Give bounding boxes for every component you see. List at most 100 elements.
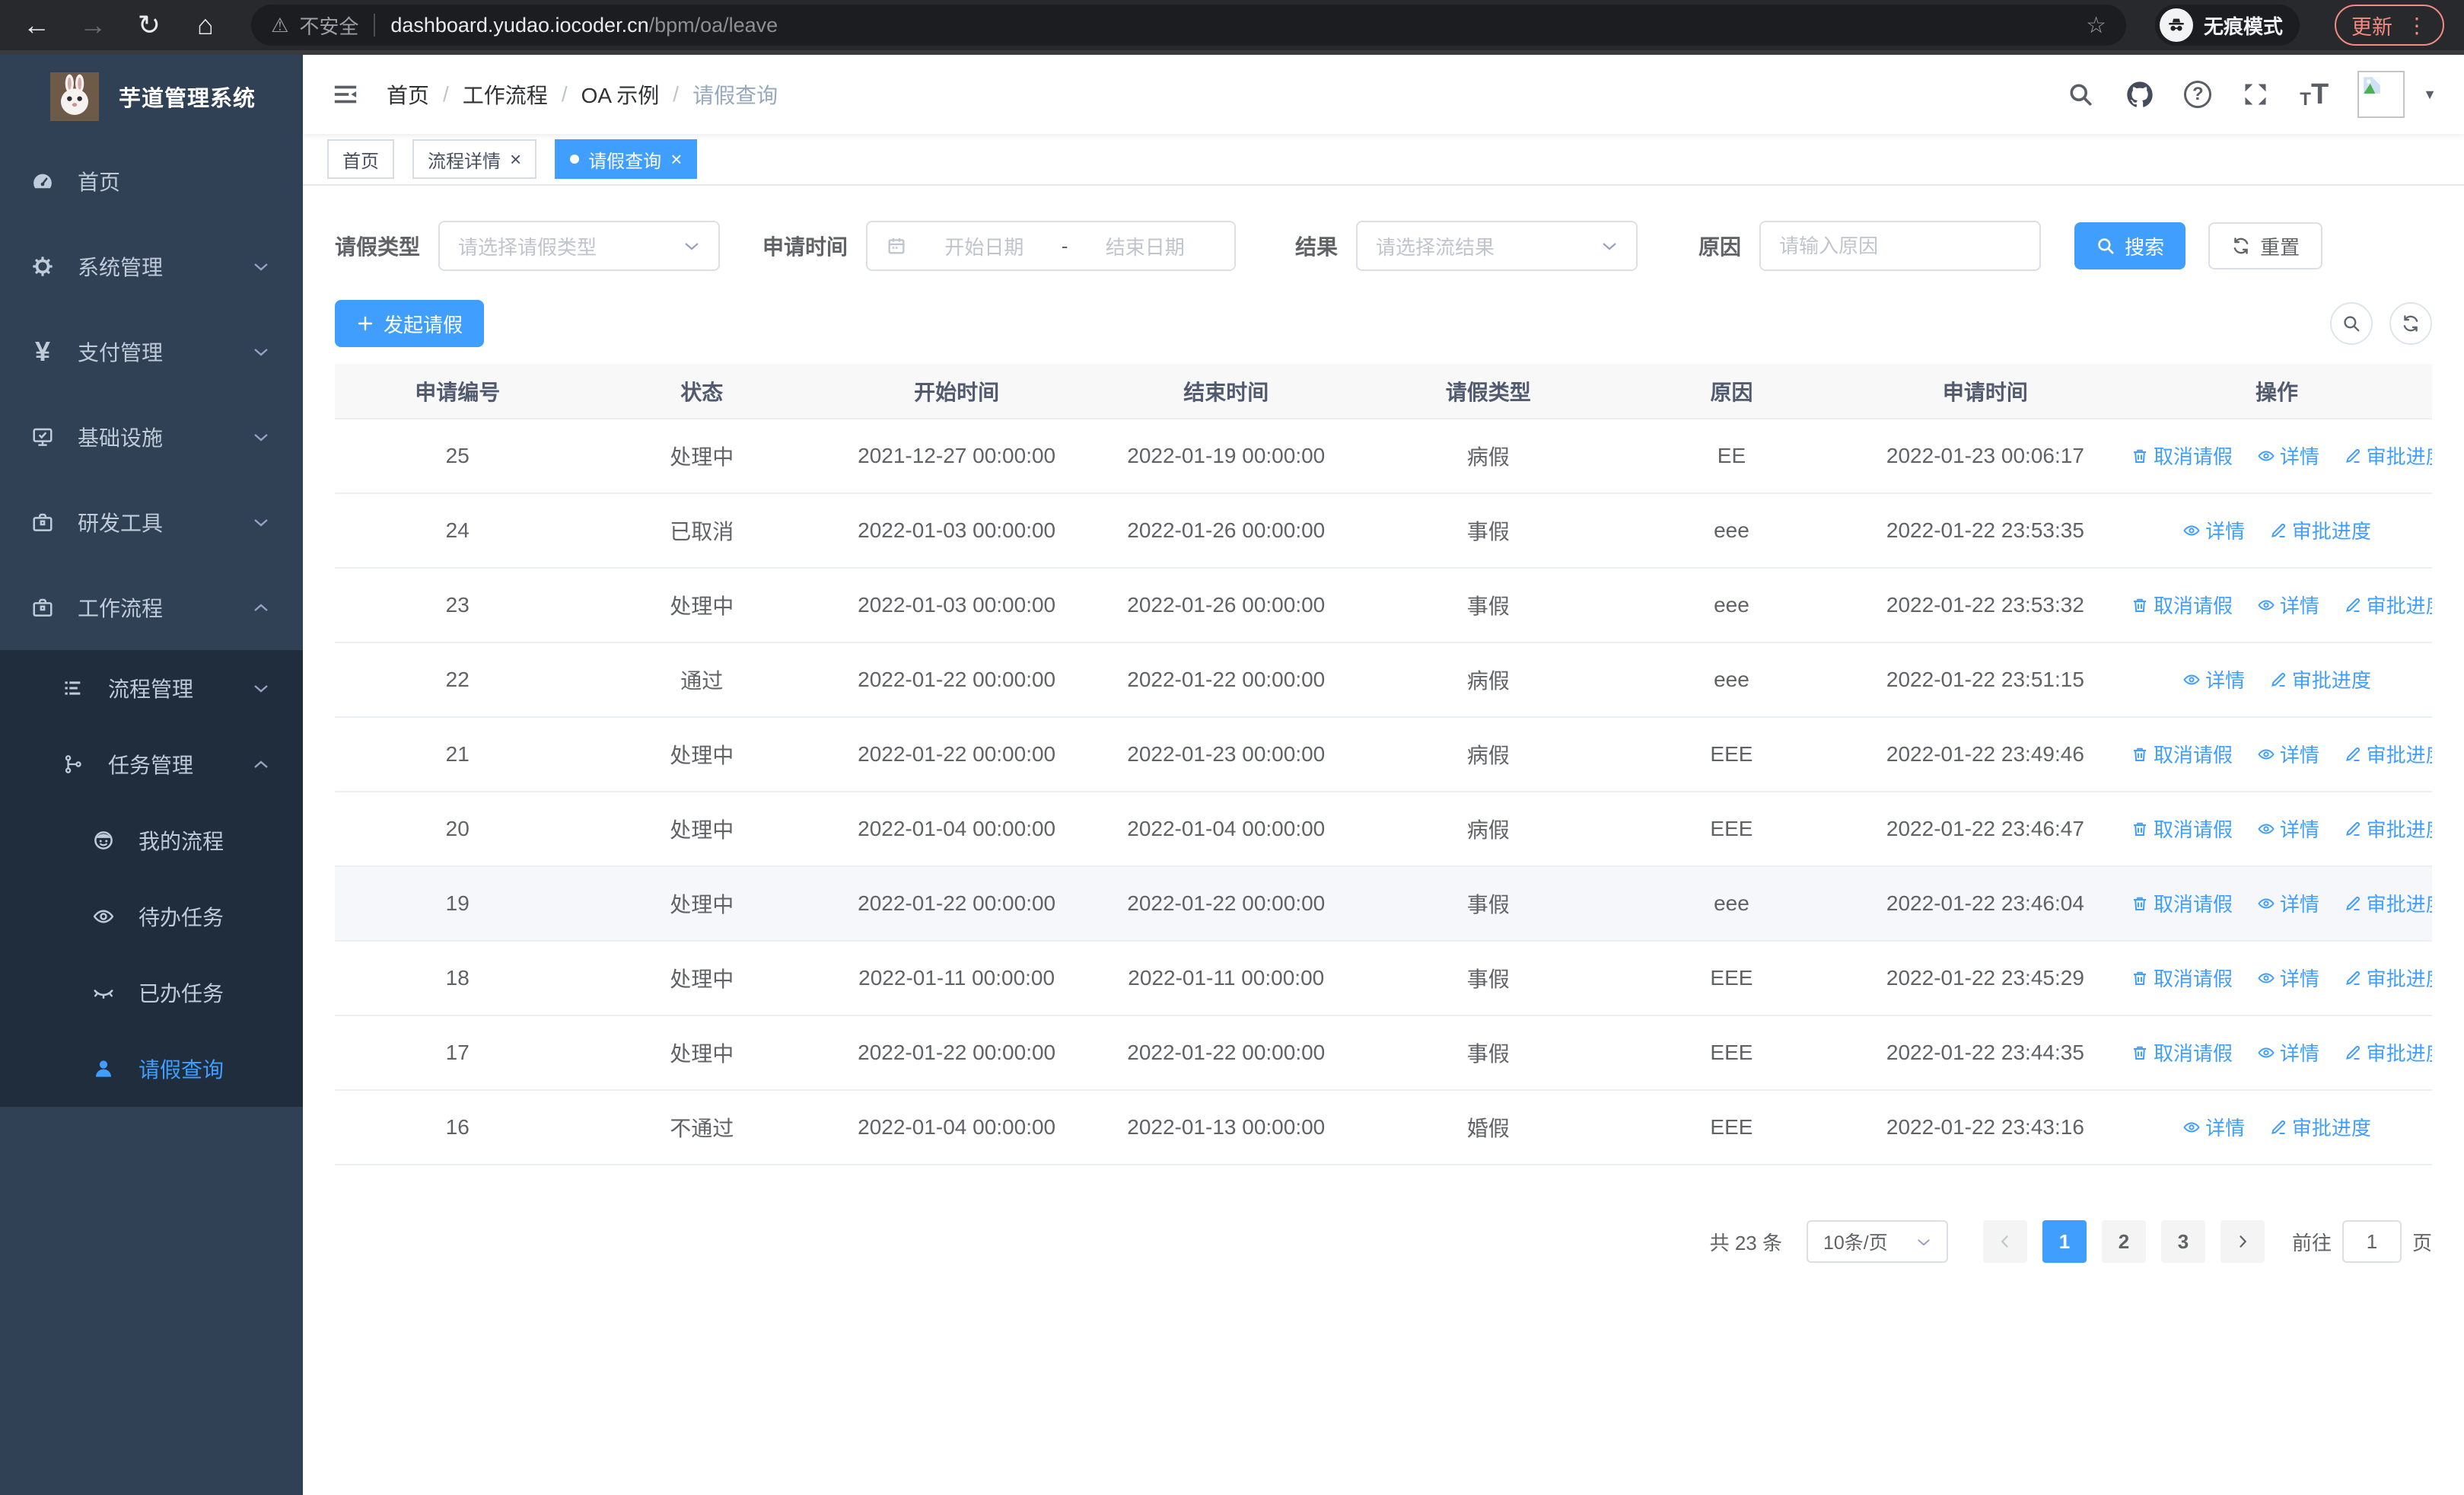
approval-progress-link[interactable]: 审批进度 (2344, 964, 2432, 992)
approval-progress-link[interactable]: 审批进度 (2269, 516, 2371, 544)
detail-link[interactable]: 详情 (2257, 964, 2319, 992)
browser-refresh-button[interactable]: ↻ (132, 9, 166, 41)
cell-apply-id: 18 (335, 941, 581, 1016)
app-logo[interactable]: 芋道管理系统 (0, 55, 303, 139)
font-size-icon[interactable]: TT (2300, 80, 2329, 109)
page-size-select[interactable]: 10条/页 (1806, 1220, 1948, 1263)
sidebar-item-infrastructure[interactable]: 基础设施 (0, 394, 303, 480)
cell-status: 处理中 (580, 941, 824, 1016)
approval-progress-link[interactable]: 审批进度 (2344, 740, 2432, 768)
header-search-icon[interactable] (2065, 79, 2096, 110)
breadcrumb: 首页 / 工作流程 / OA 示例 / 请假查询 (387, 79, 778, 110)
cell-leave-type: 事假 (1362, 866, 1615, 942)
apply-time-range-picker[interactable]: 开始日期 - 结束日期 (866, 221, 1237, 271)
cell-apply-time: 2022-01-22 23:46:47 (1848, 792, 2122, 867)
browser-forward-button[interactable]: → (76, 9, 110, 41)
refresh-table-button[interactable] (2389, 302, 2432, 345)
tab-home[interactable]: 首页 (327, 139, 394, 179)
cancel-leave-link[interactable]: 取消请假 (2131, 591, 2233, 619)
detail-link[interactable]: 详情 (2257, 889, 2319, 917)
detail-link[interactable]: 详情 (2257, 591, 2319, 619)
cell-end-time: 2022-01-11 00:00:00 (1090, 941, 1363, 1016)
reset-button[interactable]: 重置 (2208, 222, 2323, 269)
browser-menu-icon[interactable]: ⋮ (2406, 13, 2427, 38)
detail-link[interactable]: 详情 (2257, 441, 2319, 470)
tab-leave-query[interactable]: 请假查询 × (555, 139, 698, 179)
breadcrumb-oa-example[interactable]: OA 示例 (581, 79, 660, 110)
breadcrumb-workflow[interactable]: 工作流程 (463, 79, 548, 110)
avatar[interactable] (2357, 71, 2405, 118)
page-button-1[interactable]: 1 (2042, 1220, 2087, 1263)
sidebar-item-leave-query[interactable]: 请假查询 (0, 1031, 303, 1107)
cell-apply-id: 17 (335, 1015, 581, 1091)
sidebar-item-payment[interactable]: ¥ 支付管理 (0, 309, 303, 394)
toolbox-icon (30, 595, 55, 620)
approval-progress-link[interactable]: 审批进度 (2344, 1038, 2432, 1066)
breadcrumb-home[interactable]: 首页 (387, 79, 429, 110)
cancel-leave-link[interactable]: 取消请假 (2131, 740, 2233, 768)
prev-page-button[interactable] (1982, 1220, 2027, 1263)
detail-link[interactable]: 详情 (2257, 740, 2319, 768)
goto-suffix: 页 (2411, 1231, 2432, 1254)
detail-link[interactable]: 详情 (2182, 1113, 2245, 1141)
search-button[interactable]: 搜索 (2074, 222, 2186, 269)
approval-progress-link[interactable]: 审批进度 (2344, 441, 2432, 470)
cell-reason: eee (1614, 493, 1849, 569)
avatar-caret-icon[interactable]: ▼ (2423, 87, 2437, 103)
close-tab-icon[interactable]: × (670, 149, 682, 169)
help-icon[interactable]: ? (2184, 81, 2212, 108)
cancel-leave-link[interactable]: 取消请假 (2131, 814, 2233, 843)
sidebar-item-todo-tasks[interactable]: 待办任务 (0, 878, 303, 955)
page-button-3[interactable]: 3 (2160, 1220, 2205, 1263)
cell-actions: 取消请假 详情 审批进度 (2122, 419, 2432, 494)
sidebar-item-my-process[interactable]: 我的流程 (0, 802, 303, 878)
fullscreen-icon[interactable] (2240, 79, 2271, 110)
sidebar-item-devtools[interactable]: 研发工具 (0, 480, 303, 565)
cancel-leave-link[interactable]: 取消请假 (2131, 1038, 2233, 1066)
close-tab-icon[interactable]: × (510, 149, 521, 169)
sidebar-item-process-mgmt[interactable]: 流程管理 (0, 650, 303, 726)
browser-update-button[interactable]: 更新 ⋮ (2335, 5, 2444, 46)
monitor-icon (30, 425, 55, 449)
sidebar-item-task-mgmt[interactable]: 任务管理 (0, 726, 303, 802)
sidebar-item-workflow[interactable]: 工作流程 (0, 565, 303, 650)
browser-back-button[interactable]: ← (20, 9, 53, 41)
browser-home-button[interactable]: ⌂ (189, 9, 222, 41)
sidebar-item-home[interactable]: 首页 (0, 139, 303, 224)
col-start-time: 开始时间 (823, 364, 1090, 419)
detail-link[interactable]: 详情 (2257, 814, 2319, 843)
sidebar-item-system[interactable]: 系统管理 (0, 224, 303, 309)
page-button-2[interactable]: 2 (2101, 1220, 2146, 1263)
approval-progress-link[interactable]: 审批进度 (2269, 665, 2371, 693)
tab-process-detail[interactable]: 流程详情 × (412, 139, 537, 179)
detail-link[interactable]: 详情 (2182, 516, 2245, 544)
result-label: 结果 (1295, 235, 1339, 259)
sidebar-collapse-icon[interactable] (330, 81, 361, 107)
reason-input[interactable] (1759, 221, 2042, 271)
cancel-leave-link[interactable]: 取消请假 (2131, 964, 2233, 992)
detail-link[interactable]: 详情 (2182, 665, 2245, 693)
github-icon[interactable] (2125, 79, 2155, 110)
table-row: 19 处理中 2022-01-22 00:00:00 2022-01-22 00… (335, 866, 2432, 942)
cell-reason: eee (1614, 642, 1849, 718)
goto-page-input[interactable] (2341, 1220, 2402, 1263)
leave-type-select[interactable]: 请选择请假类型 (438, 221, 721, 271)
cell-end-time: 2022-01-22 00:00:00 (1090, 866, 1363, 942)
cancel-leave-link[interactable]: 取消请假 (2131, 889, 2233, 917)
show-search-toggle-button[interactable] (2330, 302, 2373, 345)
approval-progress-link[interactable]: 审批进度 (2344, 591, 2432, 619)
next-page-button[interactable] (2220, 1220, 2265, 1263)
detail-link[interactable]: 详情 (2257, 1038, 2319, 1066)
yen-icon: ¥ (34, 336, 51, 367)
approval-progress-link[interactable]: 审批进度 (2344, 814, 2432, 843)
cancel-leave-link[interactable]: 取消请假 (2131, 441, 2233, 470)
address-bar[interactable]: ⚠ 不安全 dashboard.yudao.iocoder.cn /bpm/oa… (251, 5, 2126, 46)
approval-progress-link[interactable]: 审批进度 (2269, 1113, 2371, 1141)
approval-progress-link[interactable]: 审批进度 (2344, 889, 2432, 917)
sidebar-item-done-tasks[interactable]: 已办任务 (0, 955, 303, 1031)
table-row: 18 处理中 2022-01-11 00:00:00 2022-01-11 00… (335, 941, 2432, 1016)
bookmark-star-icon[interactable]: ☆ (2086, 12, 2106, 39)
create-leave-button[interactable]: 发起请假 (335, 300, 485, 347)
result-select[interactable]: 请选择流结果 (1356, 221, 1638, 271)
cell-actions: 详情 审批进度 (2122, 493, 2432, 569)
